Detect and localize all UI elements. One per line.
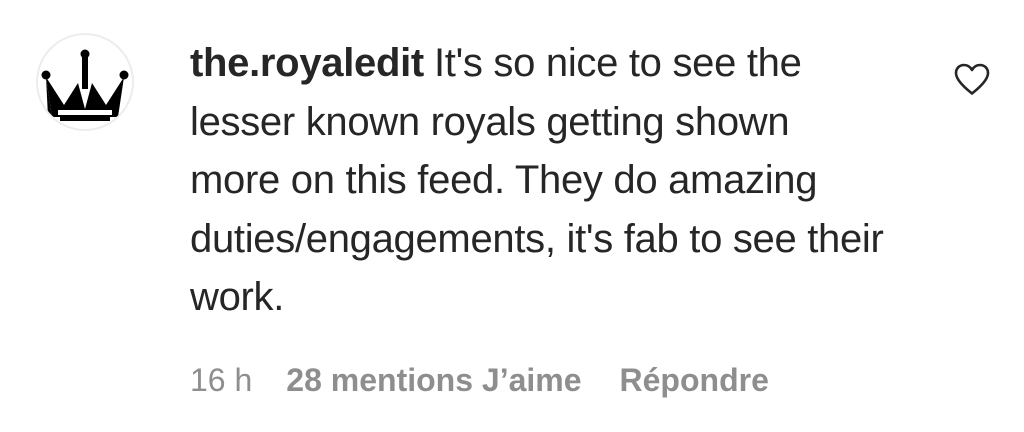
- like-button[interactable]: [953, 62, 991, 96]
- comment-meta: 16 h 28 mentions J’aime Répondre: [190, 358, 769, 402]
- avatar[interactable]: [36, 33, 134, 131]
- heart-outline-icon: [954, 63, 990, 95]
- comment-timestamp[interactable]: 16 h: [190, 358, 252, 402]
- comment-username[interactable]: the.royaledit: [190, 41, 424, 85]
- crown-icon: [41, 49, 129, 121]
- reply-button[interactable]: Répondre: [620, 358, 769, 402]
- comment-body: the.royaledit It's so nice to see the les…: [190, 34, 890, 327]
- likes-count-link[interactable]: 28 mentions J’aime: [286, 358, 581, 402]
- comment-item: the.royaledit It's so nice to see the les…: [0, 0, 1024, 432]
